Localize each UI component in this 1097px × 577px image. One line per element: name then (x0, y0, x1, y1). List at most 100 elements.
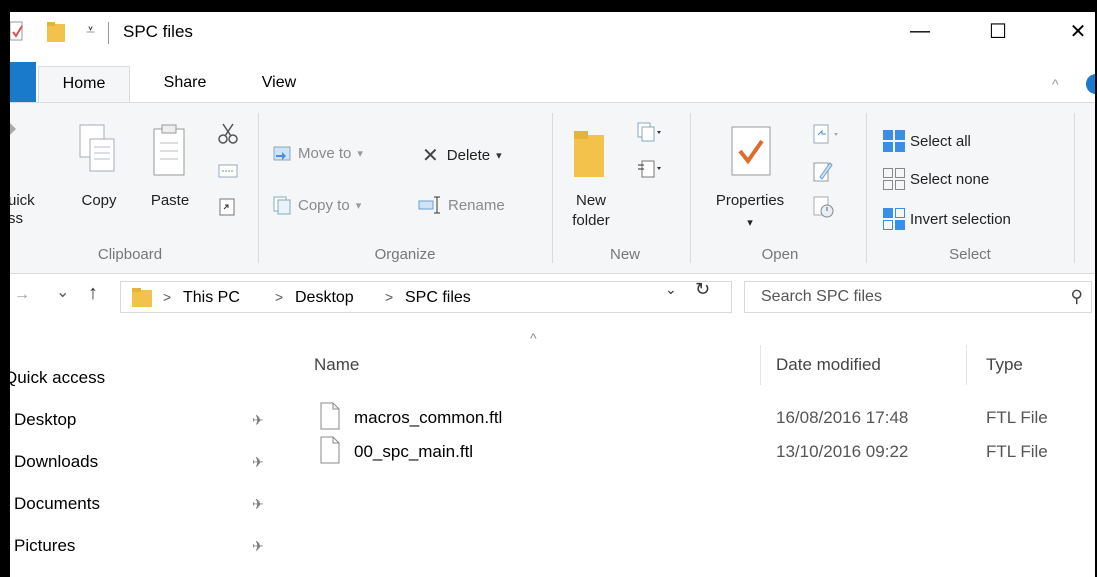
up-button[interactable]: ↑ (88, 282, 98, 305)
search-icon[interactable]: ⚲ (1071, 287, 1083, 307)
new-folder-button[interactable]: New (566, 191, 616, 211)
select-none-button[interactable]: Select none (882, 167, 989, 191)
copy-path-icon[interactable] (218, 163, 238, 179)
file-row[interactable]: macros_common.ftl 16/08/2016 17:48 FTL F… (314, 400, 1094, 436)
file-row[interactable]: 00_spc_main.ftl 13/10/2016 09:22 FTL Fil… (314, 434, 1094, 470)
pin-icon (10, 123, 16, 135)
move-to-label: Move to (298, 144, 352, 162)
select-none-icon (883, 168, 905, 190)
invert-selection-label: Invert selection (910, 210, 1011, 228)
properties-dropdown-icon[interactable]: ▾ (740, 213, 760, 233)
file-name: 00_spc_main.ftl (354, 442, 474, 461)
quick-access-customize-icon[interactable]: ⩡ (86, 22, 95, 50)
delete-label: Delete (446, 147, 491, 164)
pin-icon[interactable]: ✈ (252, 538, 264, 555)
nav-item-desktop[interactable]: Desktop (14, 410, 76, 430)
paste-button[interactable]: Paste (142, 191, 198, 211)
pin-quick-access-label-2[interactable]: ss (8, 209, 38, 229)
pin-icon[interactable]: ✈ (252, 496, 264, 513)
window-title: SPC files (123, 22, 193, 41)
group-separator (866, 113, 867, 263)
history-icon[interactable] (812, 195, 836, 219)
nav-item-pictures[interactable]: Pictures (14, 536, 75, 556)
rename-button[interactable]: Rename (418, 195, 505, 215)
breadcrumb-this-pc[interactable]: This PC (183, 289, 240, 307)
breadcrumb-separator[interactable]: > (275, 289, 283, 305)
screen-border-left (0, 0, 10, 577)
copy-icon[interactable] (78, 123, 118, 181)
file-name: macros_common.ftl (354, 408, 503, 427)
breadcrumb-desktop[interactable]: Desktop (295, 289, 354, 307)
select-none-label: Select none (910, 170, 990, 188)
navigation-pane: Quick access Desktop ✈ Downloads ✈ Docum… (0, 320, 290, 577)
close-button[interactable]: ✕ (1055, 14, 1097, 48)
properties-quick-icon[interactable] (10, 18, 32, 46)
open-group-label: Open (761, 246, 799, 263)
move-to-icon (273, 146, 291, 161)
breadcrumb-separator[interactable]: > (385, 289, 393, 305)
column-header-date[interactable]: Date modified (776, 355, 881, 375)
invert-selection-icon (883, 208, 905, 230)
address-box[interactable]: > This PC > Desktop > SPC files (120, 281, 732, 313)
forward-button[interactable]: → (14, 286, 30, 304)
tab-file[interactable] (10, 62, 36, 102)
pin-icon[interactable]: ✈ (252, 412, 264, 429)
column-divider[interactable] (760, 345, 761, 385)
paste-icon[interactable] (150, 123, 190, 181)
paste-shortcut-icon[interactable] (218, 197, 236, 217)
tab-share[interactable]: Share (150, 66, 220, 102)
sort-ascending-icon: ^ (530, 330, 537, 346)
pin-icon[interactable]: ✈ (252, 454, 264, 471)
file-type: FTL File (986, 408, 1048, 427)
nav-quick-access[interactable]: Quick access (4, 368, 105, 388)
copy-button[interactable]: Copy (76, 191, 122, 211)
minimize-button[interactable]: — (897, 14, 943, 48)
invert-selection-button[interactable]: Invert selection (882, 207, 1011, 231)
new-folder-quick-icon[interactable] (45, 18, 67, 46)
group-separator (552, 113, 553, 263)
new-folder-icon[interactable] (572, 129, 606, 179)
nav-item-downloads[interactable]: Downloads (14, 452, 98, 472)
maximize-button[interactable]: ☐ (975, 14, 1021, 48)
breadcrumb-spc-files[interactable]: SPC files (405, 289, 471, 307)
refresh-icon[interactable]: ↻ (695, 279, 710, 300)
column-divider[interactable] (966, 345, 967, 385)
recent-locations-button[interactable]: ⌄ (56, 282, 69, 302)
title-bar: ⩡ SPC files — ☐ ✕ (0, 12, 1097, 54)
address-dropdown-icon[interactable]: ⌄ (665, 281, 677, 298)
copy-to-button[interactable]: Copy to ▾ (272, 195, 361, 215)
tab-home[interactable]: Home (38, 66, 130, 102)
clipboard-group-label: Clipboard (97, 246, 163, 263)
move-to-button[interactable]: Move to ▾ (272, 143, 363, 163)
group-separator (690, 113, 691, 263)
properties-button[interactable]: Properties (700, 191, 800, 211)
easy-access-icon[interactable] (636, 157, 662, 181)
cut-icon[interactable] (218, 123, 238, 145)
delete-icon: ✕ (422, 145, 439, 167)
select-group-label: Select (949, 246, 991, 263)
file-icon (320, 402, 340, 430)
breadcrumb-separator[interactable]: > (163, 289, 171, 305)
tab-view[interactable]: View (246, 66, 312, 102)
delete-button[interactable]: ✕ Delete ▾ (422, 143, 502, 168)
column-header-name[interactable]: Name (314, 355, 359, 375)
properties-icon[interactable] (730, 125, 772, 177)
open-icon[interactable] (812, 123, 842, 147)
edit-icon[interactable] (812, 159, 834, 183)
copy-to-dropdown-icon: ▾ (355, 199, 362, 212)
nav-item-documents[interactable]: Documents (14, 494, 100, 514)
address-bar-row: → ⌄ ↑ > This PC > Desktop > SPC files ⌄ … (0, 274, 1097, 320)
new-folder-button-line2[interactable]: folder (566, 211, 616, 231)
file-list: ^ Name Date modified Type macros_common.… (290, 320, 1097, 577)
file-icon (320, 436, 340, 464)
new-item-icon[interactable] (636, 121, 662, 145)
rename-icon (418, 196, 440, 214)
search-input[interactable] (745, 282, 1045, 312)
pin-quick-access-label[interactable]: uick (8, 191, 38, 211)
file-explorer-window: ⩡ SPC files — ☐ ✕ Home Share View ^ uick… (0, 12, 1097, 577)
title-separator (108, 22, 109, 44)
select-all-button[interactable]: Select all (882, 129, 971, 153)
file-date: 13/10/2016 09:22 (776, 442, 909, 461)
column-header-type[interactable]: Type (986, 355, 1023, 375)
collapse-ribbon-icon[interactable]: ^ (1052, 76, 1059, 92)
